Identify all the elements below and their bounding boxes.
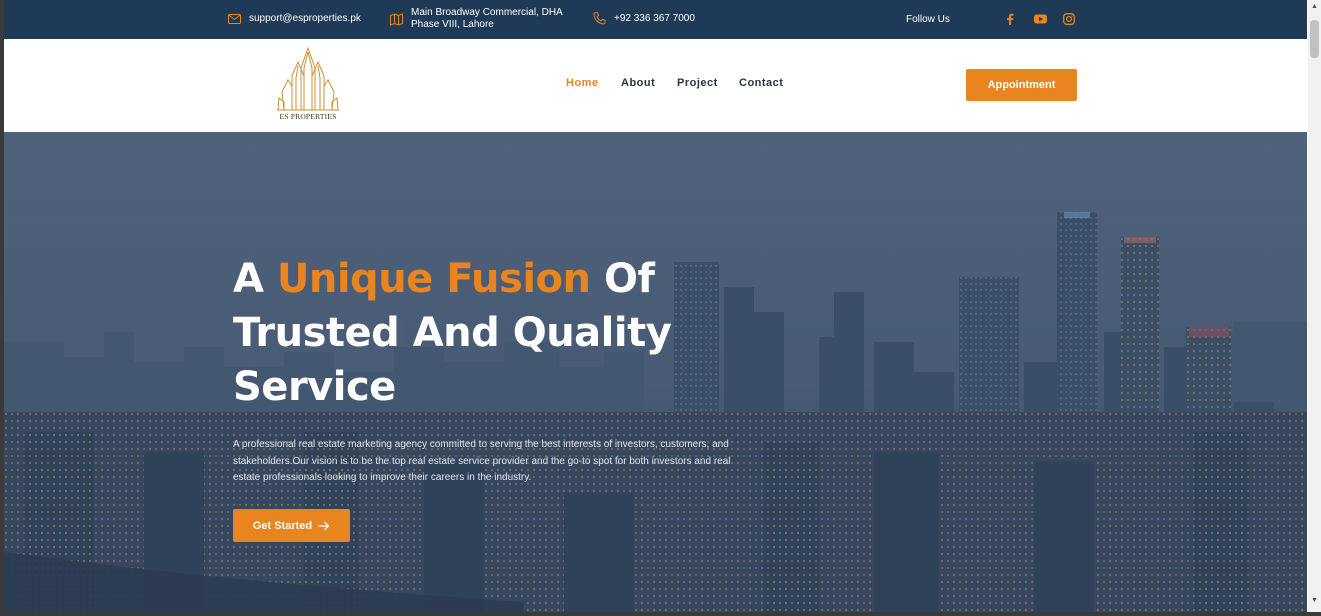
phone-text: +92 336 367 7000 bbox=[614, 12, 695, 24]
appointment-button[interactable]: Appointment bbox=[966, 69, 1077, 101]
es-properties-logo[interactable]: ES PROPERTIES bbox=[276, 46, 340, 124]
top-contact-bar: support@esproperties.pk Main Broadway Co… bbox=[4, 0, 1307, 39]
headline-accent: Unique Fusion bbox=[276, 256, 591, 302]
nav-project[interactable]: Project bbox=[677, 77, 718, 89]
hero-headline: A Unique Fusion Of Trusted And Quality S… bbox=[233, 252, 753, 414]
hero-section: A Unique Fusion Of Trusted And Quality S… bbox=[4, 132, 1307, 612]
youtube-icon[interactable] bbox=[1032, 11, 1048, 27]
address-text: Main Broadway Commercial, DHA Phase VIII… bbox=[411, 7, 563, 31]
contact-phone[interactable]: +92 336 367 7000 bbox=[593, 12, 695, 25]
headline-prefix: A bbox=[233, 256, 277, 302]
map-icon bbox=[390, 12, 403, 26]
follow-us-label: Follow Us bbox=[906, 14, 950, 25]
main-navbar: ES PROPERTIES Home About Project Contact… bbox=[4, 39, 1307, 132]
get-started-label: Get Started bbox=[252, 519, 313, 532]
contact-email[interactable]: support@esproperties.pk bbox=[228, 13, 361, 25]
hero-description: A professional real estate marketing age… bbox=[233, 439, 731, 483]
logo-wordmark: ES PROPERTIES bbox=[279, 112, 337, 121]
nav-home[interactable]: Home bbox=[566, 77, 599, 89]
nav-contact[interactable]: Contact bbox=[739, 77, 783, 89]
scroll-thumb[interactable] bbox=[1310, 20, 1319, 58]
address-line-2: Phase VIII, Lahore bbox=[411, 19, 494, 30]
scroll-down-arrow-icon[interactable]: ▼ bbox=[1310, 596, 1319, 606]
mail-icon bbox=[228, 14, 241, 24]
page-scrollbar[interactable]: ▲ ▼ bbox=[1308, 0, 1321, 612]
window-bottom-edge bbox=[0, 612, 1321, 616]
contact-address: Main Broadway Commercial, DHA Phase VIII… bbox=[390, 7, 563, 31]
headline-suffix: Of bbox=[590, 256, 655, 302]
instagram-icon[interactable] bbox=[1061, 11, 1077, 27]
email-text: support@esproperties.pk bbox=[249, 13, 361, 24]
nav-about[interactable]: About bbox=[621, 77, 655, 89]
headline-line-3: Service bbox=[233, 364, 396, 410]
get-started-button[interactable]: Get Started bbox=[233, 509, 350, 542]
address-line-1: Main Broadway Commercial, DHA bbox=[411, 7, 563, 18]
phone-icon bbox=[593, 12, 606, 25]
building-logo-icon bbox=[277, 46, 339, 111]
arrow-right-icon bbox=[318, 521, 330, 530]
scroll-up-arrow-icon[interactable]: ▲ bbox=[1310, 2, 1319, 12]
facebook-icon[interactable] bbox=[1002, 11, 1018, 27]
headline-line-2: Trusted And Quality bbox=[233, 310, 672, 356]
